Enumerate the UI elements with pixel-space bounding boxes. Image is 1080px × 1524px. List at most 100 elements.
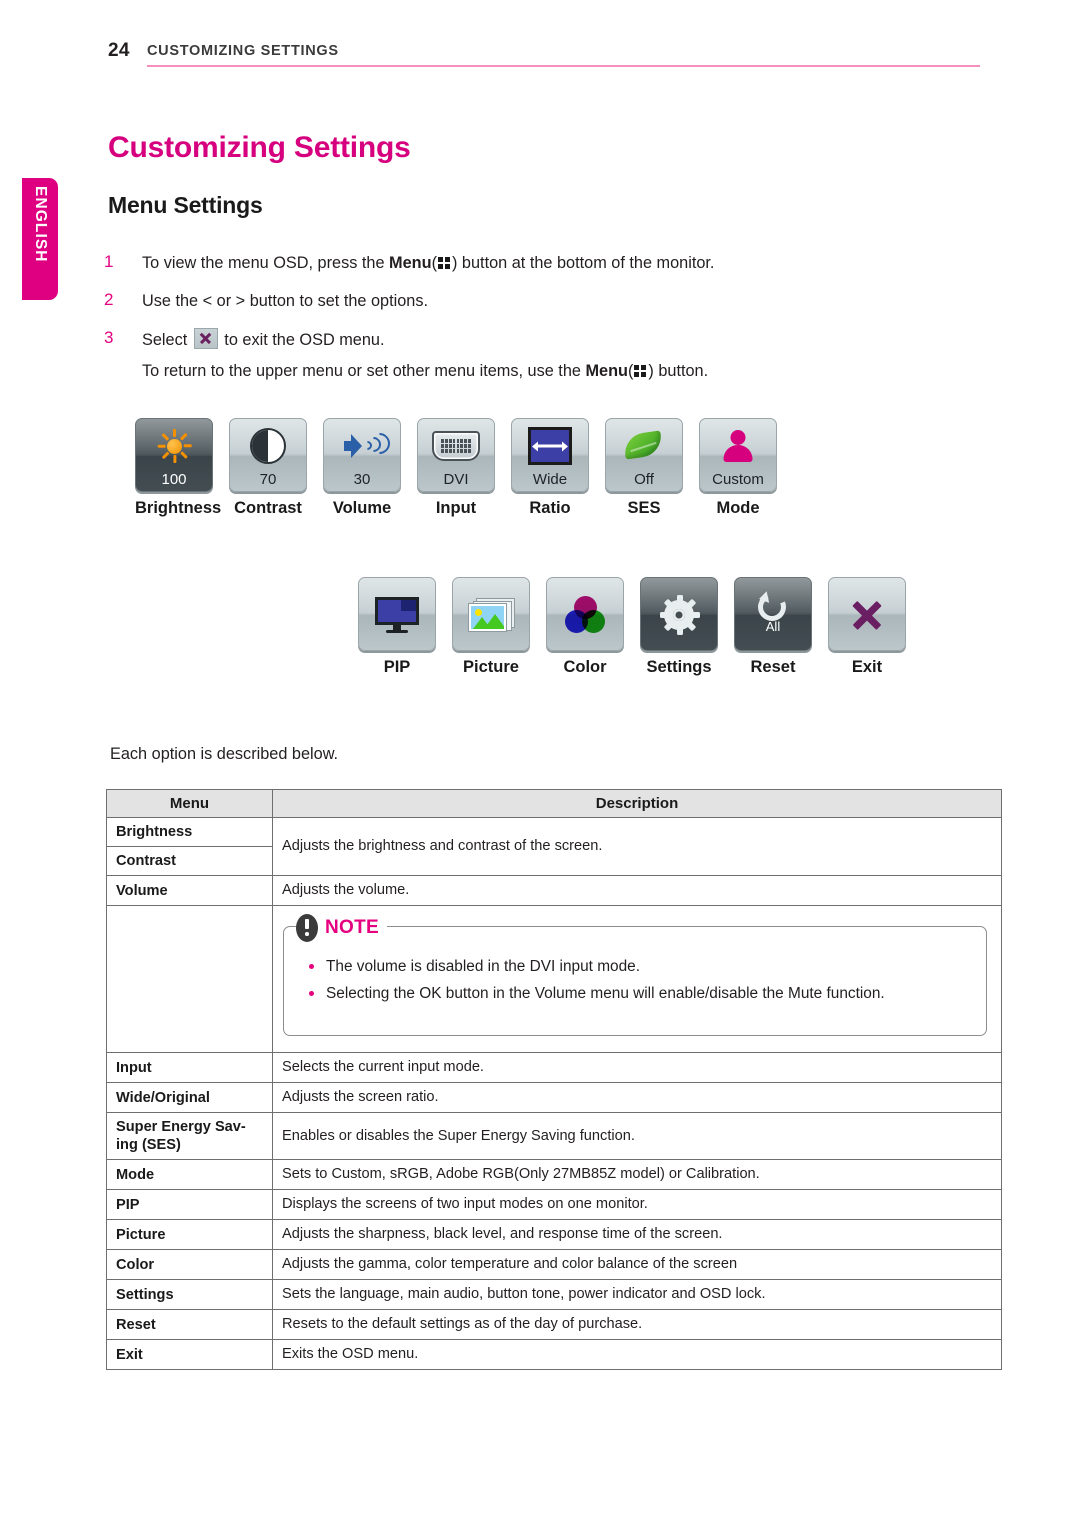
table-row: Wide/Original Adjusts the screen ratio. [106,1082,1002,1113]
osd-item-input[interactable]: DVI Input [417,418,495,518]
table-row: Exit Exits the OSD menu. [106,1339,1002,1370]
table-cell-menu: Volume [106,875,273,906]
osd-item-contrast[interactable]: 70 Contrast [229,418,307,518]
table-row: Mode Sets to Custom, sRGB, Adobe RGB(Onl… [106,1159,1002,1190]
osd-item-picture[interactable]: Picture [452,577,530,677]
osd-item-color[interactable]: Color [546,577,624,677]
step-3-sub-after: button. [653,362,709,380]
table-row: Color Adjusts the gamma, color temperatu… [106,1249,1002,1280]
table-cell-description: Sets to Custom, sRGB, Adobe RGB(Only 27M… [272,1159,1002,1190]
contrast-tile[interactable]: 70 [229,418,307,492]
dvi-port-icon [432,431,480,461]
table-row: PIP Displays the screens of two input mo… [106,1189,1002,1220]
exclamation-oval-icon [296,914,318,942]
table-cell-note: NOTE The volume is disabled in the DVI i… [272,905,1002,1053]
ses-tile[interactable]: Off [605,418,683,492]
osd-item-settings[interactable]: Settings [640,577,718,677]
speaker-icon [344,428,395,460]
gear-icon [659,595,700,635]
note-bullet: The volume is disabled in the DVI input … [306,953,972,980]
step-text: Select to exit the OSD menu. [142,328,984,351]
brightness-value: 100 [161,471,187,488]
step-1-bold: Menu [389,254,432,272]
menu-description-table: Menu Description Brightness Adjusts the … [106,789,1002,1370]
x-close-icon [849,597,885,633]
person-icon [721,430,755,462]
table-cell-menu: PIP [106,1189,273,1220]
exit-tile[interactable] [828,577,906,651]
volume-label: Volume [332,499,392,517]
table-header-description: Description [272,789,1002,818]
language-tab: ENGLISH [22,178,58,300]
mode-tile[interactable]: Custom [699,418,777,492]
language-tab-label: ENGLISH [32,186,49,263]
note-box: NOTE The volume is disabled in the DVI i… [283,914,987,1036]
step-3-text-after: to exit the OSD menu. [219,331,385,349]
input-value: DVI [443,471,469,488]
brightness-tile[interactable]: 100 [135,418,213,492]
volume-value: 30 [353,471,371,488]
pip-label: PIP [383,658,411,676]
menu-grid-icon [634,365,647,378]
osd-item-pip[interactable]: PIP [358,577,436,677]
step-2: 2 Use the < or > button to set the optio… [104,290,984,312]
table-row: Reset Resets to the default settings as … [106,1309,1002,1340]
step-3: 3 Select to exit the OSD menu. To return… [104,328,984,382]
table-cell-description: Resets to the default settings as of the… [272,1309,1002,1340]
step-3-sub-before: To return to the upper menu or set other… [142,362,586,380]
mode-value: Custom [712,471,764,488]
osd-item-mode[interactable]: Custom Mode [699,418,777,518]
table-row-note: NOTE The volume is disabled in the DVI i… [106,905,1002,1053]
table-row: Picture Adjusts the sharpness, black lev… [106,1219,1002,1250]
osd-item-reset[interactable]: All Reset [734,577,812,677]
volume-tile[interactable]: 30 [323,418,401,492]
pip-monitor-icon [375,597,419,633]
table-row: Input Selects the current input mode. [106,1052,1002,1083]
running-head: CUSTOMIZING SETTINGS [147,43,339,59]
step-number: 1 [104,252,114,271]
settings-label: Settings [646,658,712,676]
brightness-label: Brightness [135,499,222,517]
settings-tile[interactable] [640,577,718,651]
table-cell-description: Adjusts the brightness and contrast of t… [272,817,1002,876]
page-title: Customizing Settings [108,131,411,164]
each-option-line: Each option is described below. [110,745,339,763]
note-wrapper: NOTE The volume is disabled in the DVI i… [273,906,1001,1052]
table-row: Super Energy Sav- ing (SES) Enables or d… [106,1112,1002,1160]
input-tile[interactable]: DVI [417,418,495,492]
mode-label: Mode [716,499,760,517]
osd-item-brightness[interactable]: 100 Brightness [135,418,222,518]
step-1-paren-open: ( [431,254,437,272]
ses-value: Off [634,471,654,488]
step-text: To view the menu OSD, press the Menu() b… [142,252,984,274]
step-number: 3 [104,328,114,347]
ratio-tile[interactable]: Wide [511,418,589,492]
table-cell-description: Adjusts the volume. [272,875,1002,906]
step-3-subtext: To return to the upper menu or set other… [142,360,984,382]
table-cell-description: Selects the current input mode. [272,1052,1002,1083]
color-tile[interactable] [546,577,624,651]
table-cell-description: Sets the language, main audio, button to… [272,1279,1002,1310]
table-cell-description: Adjusts the gamma, color temperature and… [272,1249,1002,1280]
step-3-sub-paren-open: ( [627,362,634,380]
picture-tile[interactable] [452,577,530,651]
table-cell-description: Displays the screens of two input modes … [272,1189,1002,1220]
osd-item-exit[interactable]: Exit [828,577,906,677]
pip-tile[interactable] [358,577,436,651]
steps-list: 1 To view the menu OSD, press the Menu()… [104,252,984,398]
color-label: Color [563,658,607,676]
osd-item-ses[interactable]: Off SES [605,418,683,518]
osd-item-ratio[interactable]: Wide Ratio [511,418,589,518]
table-cell-menu: Brightness [106,817,273,847]
reset-tile[interactable]: All [734,577,812,651]
osd-item-volume[interactable]: 30 Volume [323,418,401,518]
leaf-icon [622,430,664,461]
note-bullet-list: The volume is disabled in the DVI input … [306,953,972,1007]
input-label: Input [435,499,477,517]
table-row: Brightness Adjusts the brightness and co… [106,817,1002,876]
ses-label: SES [627,499,661,517]
table-cell-description: Exits the OSD menu. [272,1339,1002,1370]
table-cell-description: Adjusts the sharpness, black level, and … [272,1219,1002,1250]
table-row: Settings Sets the language, main audio, … [106,1279,1002,1310]
step-number: 2 [104,290,114,309]
